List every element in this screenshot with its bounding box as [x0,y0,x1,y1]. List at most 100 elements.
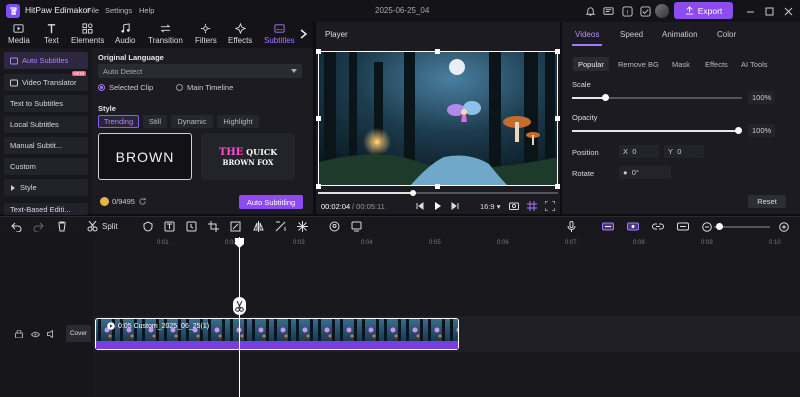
magnet-icon[interactable] [626,220,639,233]
split-icon[interactable] [86,220,99,233]
tab-videos[interactable]: Videos [575,30,599,39]
lock-icon[interactable] [14,329,24,339]
help-icon[interactable]: ! [619,3,635,19]
menu-help[interactable]: Help [139,6,154,15]
reset-button[interactable]: Reset [748,195,786,208]
speed-icon[interactable] [229,220,242,233]
play-icon[interactable] [432,200,443,211]
ai-face-icon[interactable] [328,220,341,233]
opacity-value[interactable]: 100% [748,124,776,137]
subtitle-nav-video-translator[interactable]: Video Translator NEW [4,71,88,91]
subtitle-nav-manual-subtitles[interactable]: Manual Subtit... [4,137,88,154]
style-tab-highlight[interactable]: Highlight [217,115,259,128]
scale-slider-knob[interactable] [602,94,609,101]
tab-filters[interactable]: Filters [195,22,217,48]
resize-handle[interactable] [316,116,321,121]
tab-animation[interactable]: Animation [662,30,698,39]
resize-handle[interactable] [316,49,321,54]
crop-icon[interactable] [207,220,220,233]
record-screen-icon[interactable] [350,220,363,233]
style-preset-brown[interactable]: BROWN [98,133,192,180]
position-x-field[interactable]: X 0 [619,145,659,158]
refresh-icon[interactable] [138,197,147,206]
style-tab-trending[interactable]: Trending [98,115,139,128]
tab-audio[interactable]: Audio [115,22,135,48]
maximize-icon[interactable] [763,5,775,17]
playhead[interactable] [239,237,240,397]
mirror-icon[interactable] [252,220,265,233]
tab-transition[interactable]: Transition [148,22,183,48]
redo-icon[interactable] [32,220,45,233]
freeze-frame-icon[interactable] [185,220,198,233]
opacity-slider-knob[interactable] [735,127,742,134]
speaker-icon[interactable] [46,329,56,339]
cover-button[interactable]: Cover [66,325,91,342]
export-button[interactable]: Export [674,2,733,19]
tab-speed[interactable]: Speed [620,30,643,39]
text-box-icon[interactable] [163,220,176,233]
grid-icon[interactable] [526,200,537,211]
subtab-mask[interactable]: Mask [667,57,695,71]
zoom-in-icon[interactable] [777,220,790,233]
tab-subtitles[interactable]: Subtitles [264,22,295,48]
undo-icon[interactable] [10,220,23,233]
resize-handle[interactable] [316,184,321,189]
auto-subtitling-button[interactable]: Auto Subtitling [239,195,303,209]
video-preview[interactable] [318,51,558,186]
style-tab-dynamic[interactable]: Dynamic [171,115,213,128]
resize-handle[interactable] [435,49,440,54]
subtab-popular[interactable]: Popular [573,57,609,71]
subtab-remove-bg[interactable]: Remove BG [613,57,664,71]
subtitle-nav-style[interactable]: Style [4,179,88,196]
subtitle-nav-local-subtitles[interactable]: Local Subtitles [4,116,88,133]
subtitle-nav-auto-subtitles[interactable]: Auto Subtitles [4,52,88,69]
resize-handle[interactable] [435,184,440,189]
minimize-icon[interactable] [744,5,756,17]
rotate-icon[interactable] [274,220,287,233]
resize-handle[interactable] [555,116,560,121]
menu-settings[interactable]: Settings [105,6,132,15]
tab-text[interactable]: Text [44,22,59,48]
style-tab-still[interactable]: Still [143,115,167,128]
language-select[interactable]: Auto Detect [98,64,302,78]
subtitle-nav-text-based-editing[interactable]: Text-Based Editi... [4,203,88,215]
zoom-slider-knob[interactable] [716,223,723,230]
resize-handle[interactable] [555,49,560,54]
message-icon[interactable] [600,3,616,19]
split-label[interactable]: Split [102,222,118,231]
link-clips-icon[interactable] [601,220,614,233]
style-preset-quick-brown-fox[interactable]: THE QUICK BROWN FOX [201,133,295,180]
avatar[interactable] [655,4,669,18]
freeze-icon[interactable] [296,220,309,233]
snapshot-icon[interactable] [508,200,519,211]
resize-handle[interactable] [555,184,560,189]
close-icon[interactable] [782,5,794,17]
gift-icon[interactable] [637,3,653,19]
prev-frame-icon[interactable] [415,201,425,211]
rotate-field[interactable]: ● 0° [619,166,671,179]
subtab-effects[interactable]: Effects [700,57,733,71]
position-y-field[interactable]: Y 0 [664,145,704,158]
playback-scrubber[interactable] [410,190,416,196]
tab-color[interactable]: Color [717,30,736,39]
scale-value[interactable]: 100% [748,91,776,104]
fit-track-icon[interactable] [676,220,689,233]
subtitle-nav-custom[interactable]: Custom [4,158,88,175]
zoom-out-icon[interactable] [700,220,713,233]
subtitle-nav-text-to-subtitles[interactable]: Text to Subtitles [4,95,88,112]
tab-media[interactable]: Media [8,22,30,48]
aspect-ratio-select[interactable]: 16:9 ▾ [480,202,500,211]
fullscreen-icon[interactable] [544,200,555,211]
radio-selected-clip[interactable]: Selected Clip [98,83,153,92]
menu-file[interactable]: File [87,6,99,15]
eye-icon[interactable] [30,329,40,339]
subtab-ai-tools[interactable]: AI Tools [736,57,773,71]
delete-icon[interactable] [55,220,68,233]
time-ruler[interactable] [93,237,800,251]
split-scissors-icon[interactable] [233,297,246,315]
radio-main-timeline[interactable]: Main Timeline [176,83,233,92]
tab-effects[interactable]: Effects [228,22,252,48]
next-frame-icon[interactable] [450,201,460,211]
shield-icon[interactable] [141,220,154,233]
microphone-icon[interactable] [565,220,578,233]
